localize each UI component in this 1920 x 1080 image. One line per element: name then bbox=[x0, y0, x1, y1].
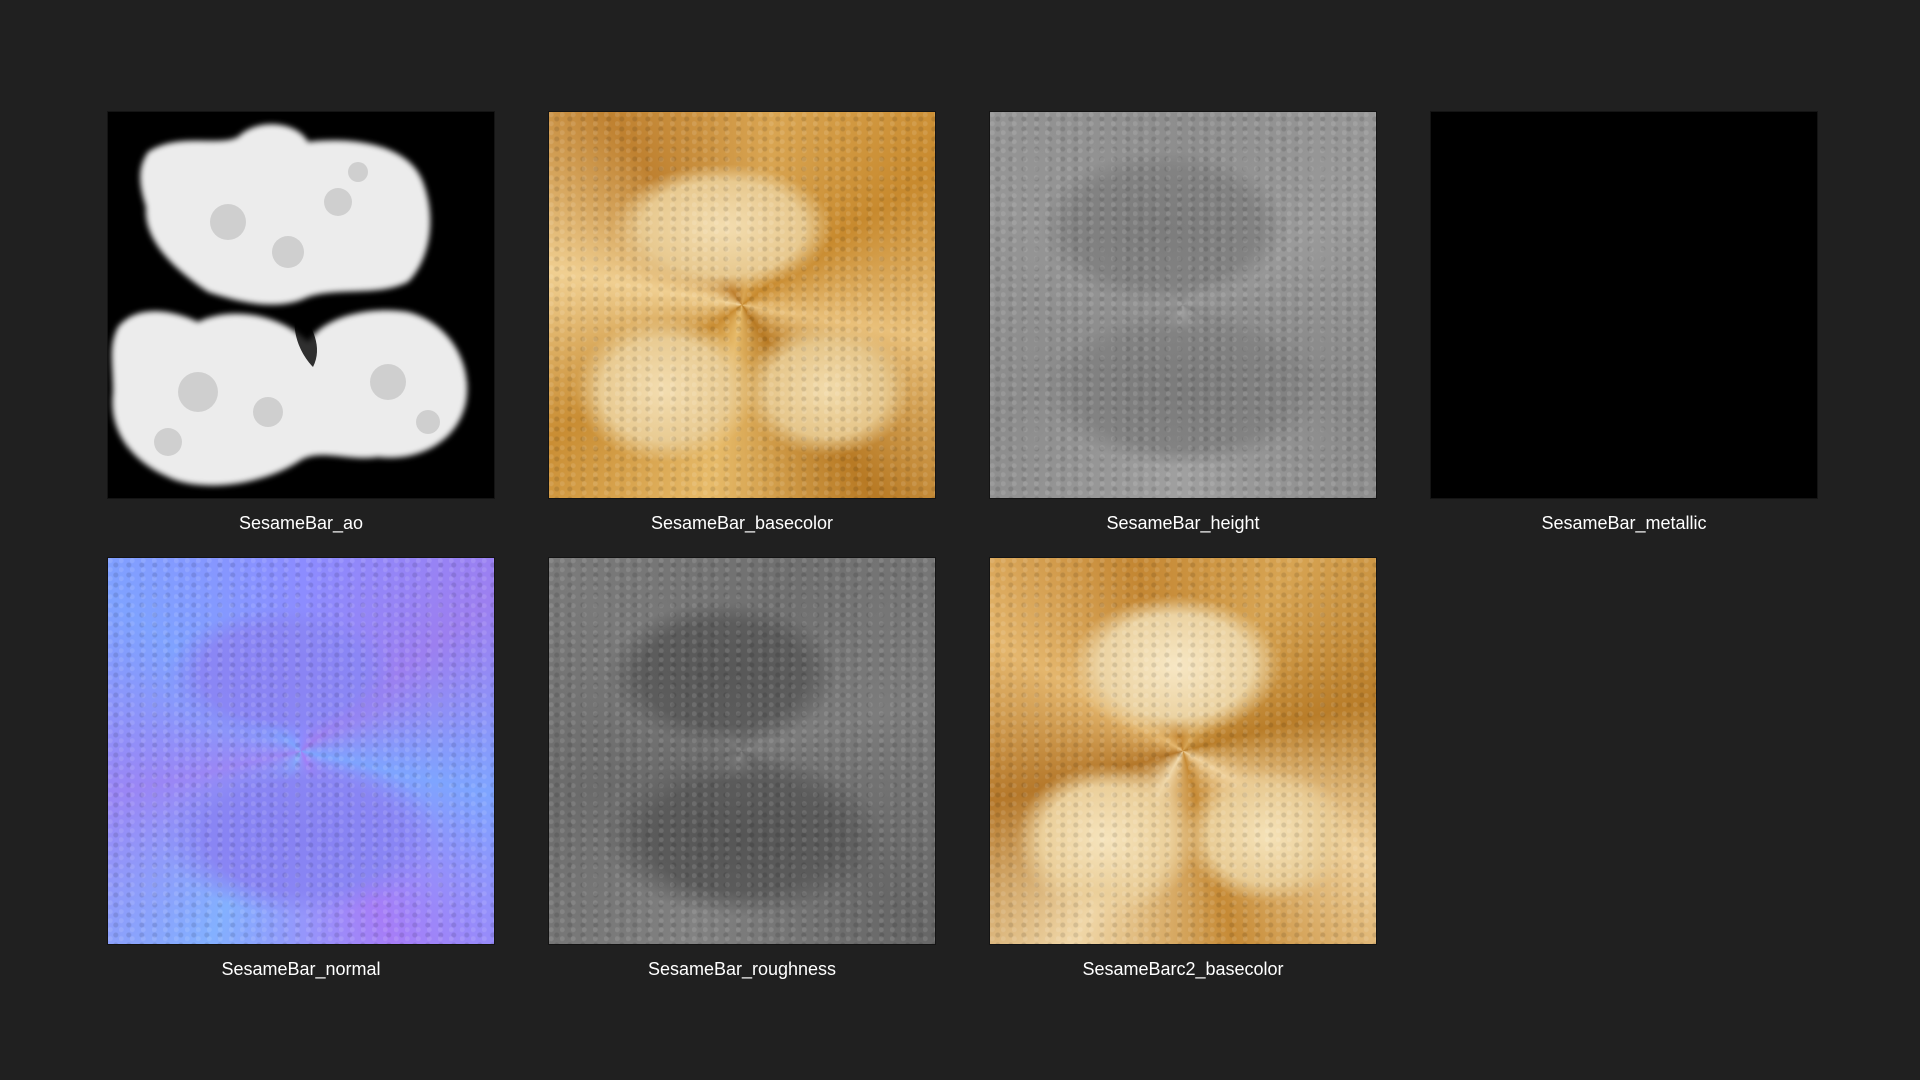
file-item-sesamebar-roughness[interactable]: SesameBar_roughness bbox=[549, 558, 935, 980]
texture-speckle bbox=[549, 112, 935, 498]
basecolor-texture-thumbnail bbox=[549, 112, 935, 498]
file-name-label: SesameBar_normal bbox=[221, 959, 381, 979]
height-texture-thumbnail bbox=[990, 112, 1376, 498]
texture-speckle bbox=[990, 112, 1376, 498]
texture-speckle bbox=[108, 558, 494, 944]
normal-texture-thumbnail bbox=[108, 558, 494, 944]
file-name-label: SesameBar_height bbox=[1106, 513, 1260, 533]
file-name-label: SesameBar_roughness bbox=[647, 959, 837, 979]
file-name-label: SesameBar_basecolor bbox=[650, 513, 834, 533]
roughness-texture-thumbnail bbox=[549, 558, 935, 944]
file-name-label: SesameBar_ao bbox=[238, 513, 364, 533]
texture-speckle bbox=[549, 558, 935, 944]
file-item-sesamebar-height[interactable]: SesameBar_height bbox=[990, 112, 1376, 534]
ao-texture-thumbnail bbox=[108, 112, 494, 498]
file-name-label: SesameBar_metallic bbox=[1541, 513, 1707, 533]
ao-mask-shape bbox=[111, 124, 468, 486]
file-item-sesamebarc2-basecolor[interactable]: SesameBarc2_basecolor bbox=[990, 558, 1376, 980]
metallic-texture-thumbnail bbox=[1431, 112, 1817, 498]
file-item-sesamebar-ao[interactable]: SesameBar_ao bbox=[108, 112, 494, 534]
file-item-sesamebar-metallic[interactable]: SesameBar_metallic bbox=[1431, 112, 1817, 534]
file-grid: SesameBar_ao SesameBar_basecolor SesameB… bbox=[108, 112, 1817, 980]
basecolor-texture-thumbnail bbox=[990, 558, 1376, 944]
texture-speckle bbox=[990, 558, 1376, 944]
file-name-label: SesameBarc2_basecolor bbox=[1082, 959, 1284, 979]
file-item-sesamebar-basecolor[interactable]: SesameBar_basecolor bbox=[549, 112, 935, 534]
file-item-sesamebar-normal[interactable]: SesameBar_normal bbox=[108, 558, 494, 980]
